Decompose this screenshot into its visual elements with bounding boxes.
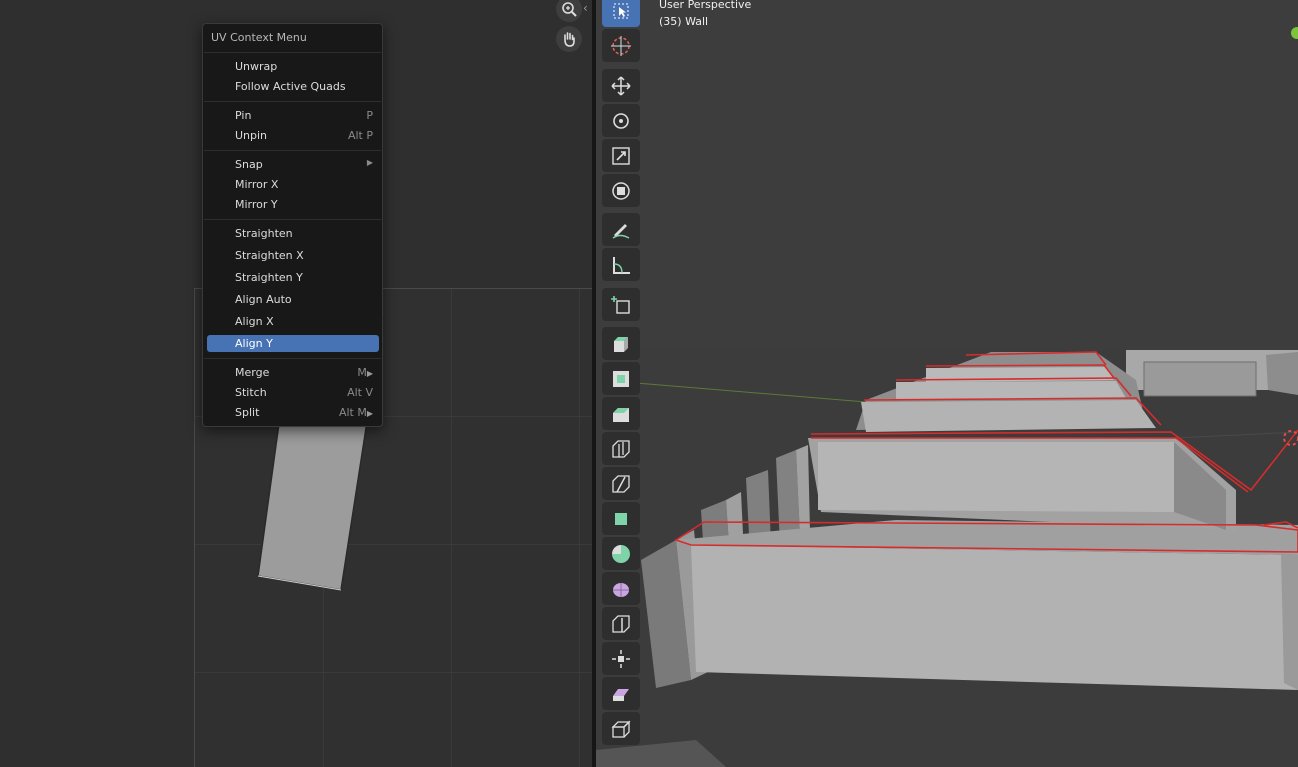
inset-faces-icon[interactable] bbox=[602, 362, 640, 395]
measure-icon[interactable] bbox=[602, 248, 640, 281]
cursor-icon[interactable] bbox=[602, 29, 640, 62]
extrude-region-icon[interactable] bbox=[602, 327, 640, 360]
menu-item-split[interactable]: Split Alt M▶ bbox=[207, 404, 379, 421]
menu-item-stitch[interactable]: Stitch Alt V bbox=[207, 384, 379, 401]
menu-item-align-x[interactable]: Align X bbox=[207, 313, 379, 330]
shrink-fatten-icon[interactable] bbox=[602, 642, 640, 675]
menu-item-align-y[interactable]: Align Y bbox=[207, 335, 379, 352]
uv-context-menu: UV Context Menu Unwrap Follow Active Qua… bbox=[202, 23, 383, 427]
menu-item-straighten-x[interactable]: Straighten X bbox=[207, 247, 379, 264]
select-box-icon[interactable] bbox=[602, 0, 640, 27]
submenu-arrow-icon: ▶ bbox=[366, 409, 373, 418]
menu-item-mirror-y[interactable]: Mirror Y bbox=[207, 196, 379, 213]
scene-mesh bbox=[596, 0, 1298, 767]
menu-item-mirror-x[interactable]: Mirror X bbox=[207, 176, 379, 193]
pan-hand-icon[interactable] bbox=[556, 26, 582, 52]
spin-icon[interactable] bbox=[602, 537, 640, 570]
shear-icon[interactable] bbox=[602, 677, 640, 710]
submenu-arrow-icon: ▶ bbox=[366, 369, 373, 378]
knife-icon[interactable] bbox=[602, 467, 640, 500]
scale-icon[interactable] bbox=[602, 139, 640, 172]
object-info: (35) Wall bbox=[659, 15, 709, 28]
rip-region-icon[interactable] bbox=[602, 712, 640, 745]
view-name: User Perspective bbox=[659, 0, 752, 11]
poly-build-icon[interactable] bbox=[602, 502, 640, 535]
transform-icon[interactable] bbox=[602, 174, 640, 207]
smooth-icon[interactable] bbox=[602, 572, 640, 605]
viewport-info: User Perspective (35) Wall bbox=[659, 0, 751, 30]
menu-item-align-auto[interactable]: Align Auto bbox=[207, 291, 379, 308]
3d-viewport[interactable]: User Perspective (35) Wall bbox=[596, 0, 1298, 767]
menu-item-follow-active-quads[interactable]: Follow Active Quads bbox=[207, 78, 379, 95]
menu-item-unwrap[interactable]: Unwrap bbox=[207, 58, 379, 75]
move-icon[interactable] bbox=[602, 69, 640, 102]
menu-item-straighten[interactable]: Straighten bbox=[207, 225, 379, 242]
menu-item-pin[interactable]: Pin P bbox=[207, 107, 379, 124]
submenu-arrow-icon: ▶ bbox=[366, 158, 373, 167]
chevron-left-icon[interactable]: ‹ bbox=[583, 1, 588, 15]
annotate-icon[interactable] bbox=[602, 213, 640, 246]
menu-item-merge[interactable]: Merge M▶ bbox=[207, 364, 379, 381]
menu-item-straighten-y[interactable]: Straighten Y bbox=[207, 269, 379, 286]
edge-slide-icon[interactable] bbox=[602, 607, 640, 640]
menu-item-snap[interactable]: Snap ▶ bbox=[207, 156, 379, 173]
navigation-gizmo-y-icon[interactable] bbox=[1291, 27, 1298, 39]
bevel-icon[interactable] bbox=[602, 397, 640, 430]
menu-item-unpin[interactable]: Unpin Alt P bbox=[207, 127, 379, 144]
loop-cut-icon[interactable] bbox=[602, 432, 640, 465]
rotate-icon[interactable] bbox=[602, 104, 640, 137]
menu-title: UV Context Menu bbox=[211, 31, 307, 44]
add-cube-icon[interactable] bbox=[602, 288, 640, 321]
